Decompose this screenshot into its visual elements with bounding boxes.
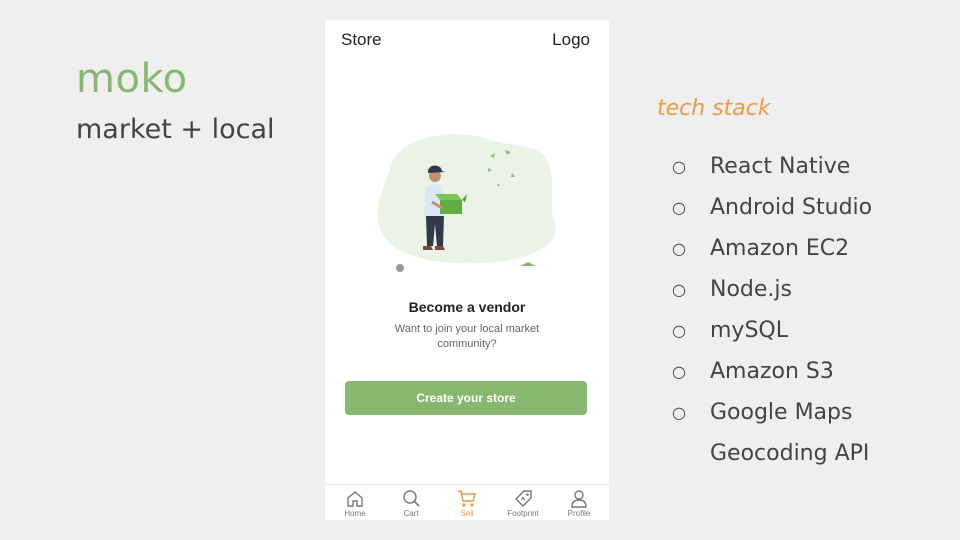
bullet-icon: ○: [672, 403, 686, 422]
header-title: Store: [341, 30, 382, 49]
tech-stack-item-label: Geocoding API: [710, 441, 870, 466]
bullet-icon: ○: [672, 362, 686, 381]
nav-item-sell[interactable]: Sell: [439, 485, 495, 520]
create-store-button[interactable]: Create your store: [345, 381, 587, 415]
phone-header: Store Logo: [325, 20, 609, 60]
nav-item-profile[interactable]: Profile: [551, 485, 607, 520]
bottom-nav: Home Cart Sell Footprint Profile: [325, 484, 609, 520]
vendor-illustration: [377, 134, 556, 272]
nav-label: Home: [344, 509, 366, 518]
search-icon: [403, 490, 420, 507]
tech-stack-heading: tech stack: [657, 96, 771, 121]
home-icon: [347, 491, 363, 507]
nav-label: Footprint: [507, 509, 539, 518]
bullet-icon: ○: [672, 321, 686, 340]
tech-stack-item: ○Geocoding API: [672, 435, 872, 476]
tech-stack-list: ○ React Native ○ Android Studio ○ Amazon EC…: [672, 148, 872, 476]
header-logo: Logo: [552, 30, 590, 49]
bullet-icon: ○: [672, 198, 686, 217]
bullet-icon: ○: [672, 157, 686, 176]
tech-stack-item-label: Android Studio: [710, 195, 873, 220]
tech-stack-item: ○ Amazon EC2: [672, 230, 872, 271]
nav-item-cart[interactable]: Cart: [383, 485, 439, 520]
tech-stack-item: ○ Google Maps: [672, 394, 872, 435]
nav-label: Cart: [403, 509, 419, 518]
vendor-description: Want to join your local market community…: [394, 323, 540, 350]
tech-stack-item: ○ React Native: [672, 148, 872, 189]
vendor-title: Become a vendor: [408, 299, 526, 315]
nav-item-footprint[interactable]: Footprint: [495, 485, 551, 520]
phone-mockup: Store Logo Become a vendor Want to join …: [325, 20, 609, 520]
tech-stack-item-label: Google Maps: [710, 400, 853, 425]
tech-stack-item-label: React Native: [710, 154, 851, 179]
tech-stack-item: ○ mySQL: [672, 312, 872, 353]
person-icon: [571, 490, 587, 508]
nav-item-home[interactable]: Home: [327, 485, 383, 520]
nav-label: Profile: [567, 509, 591, 518]
tech-stack-item-label: Amazon EC2: [710, 236, 850, 261]
bullet-icon: ○: [672, 280, 686, 299]
slide-subtitle: market + local: [76, 114, 275, 145]
tech-stack-item-label: Node.js: [710, 277, 792, 302]
tech-stack-item: ○ Android Studio: [672, 189, 872, 230]
slide-title: moko: [76, 56, 188, 102]
tech-stack-item-label: mySQL: [710, 318, 788, 343]
tag-icon: [515, 490, 532, 507]
tech-stack-item-label: Amazon S3: [710, 359, 834, 384]
nav-label: Sell: [460, 509, 474, 518]
tech-stack-item: ○ Node.js: [672, 271, 872, 312]
bullet-icon: ○: [672, 239, 686, 258]
cart-icon: [458, 490, 476, 507]
tech-stack-item: ○ Amazon S3: [672, 353, 872, 394]
